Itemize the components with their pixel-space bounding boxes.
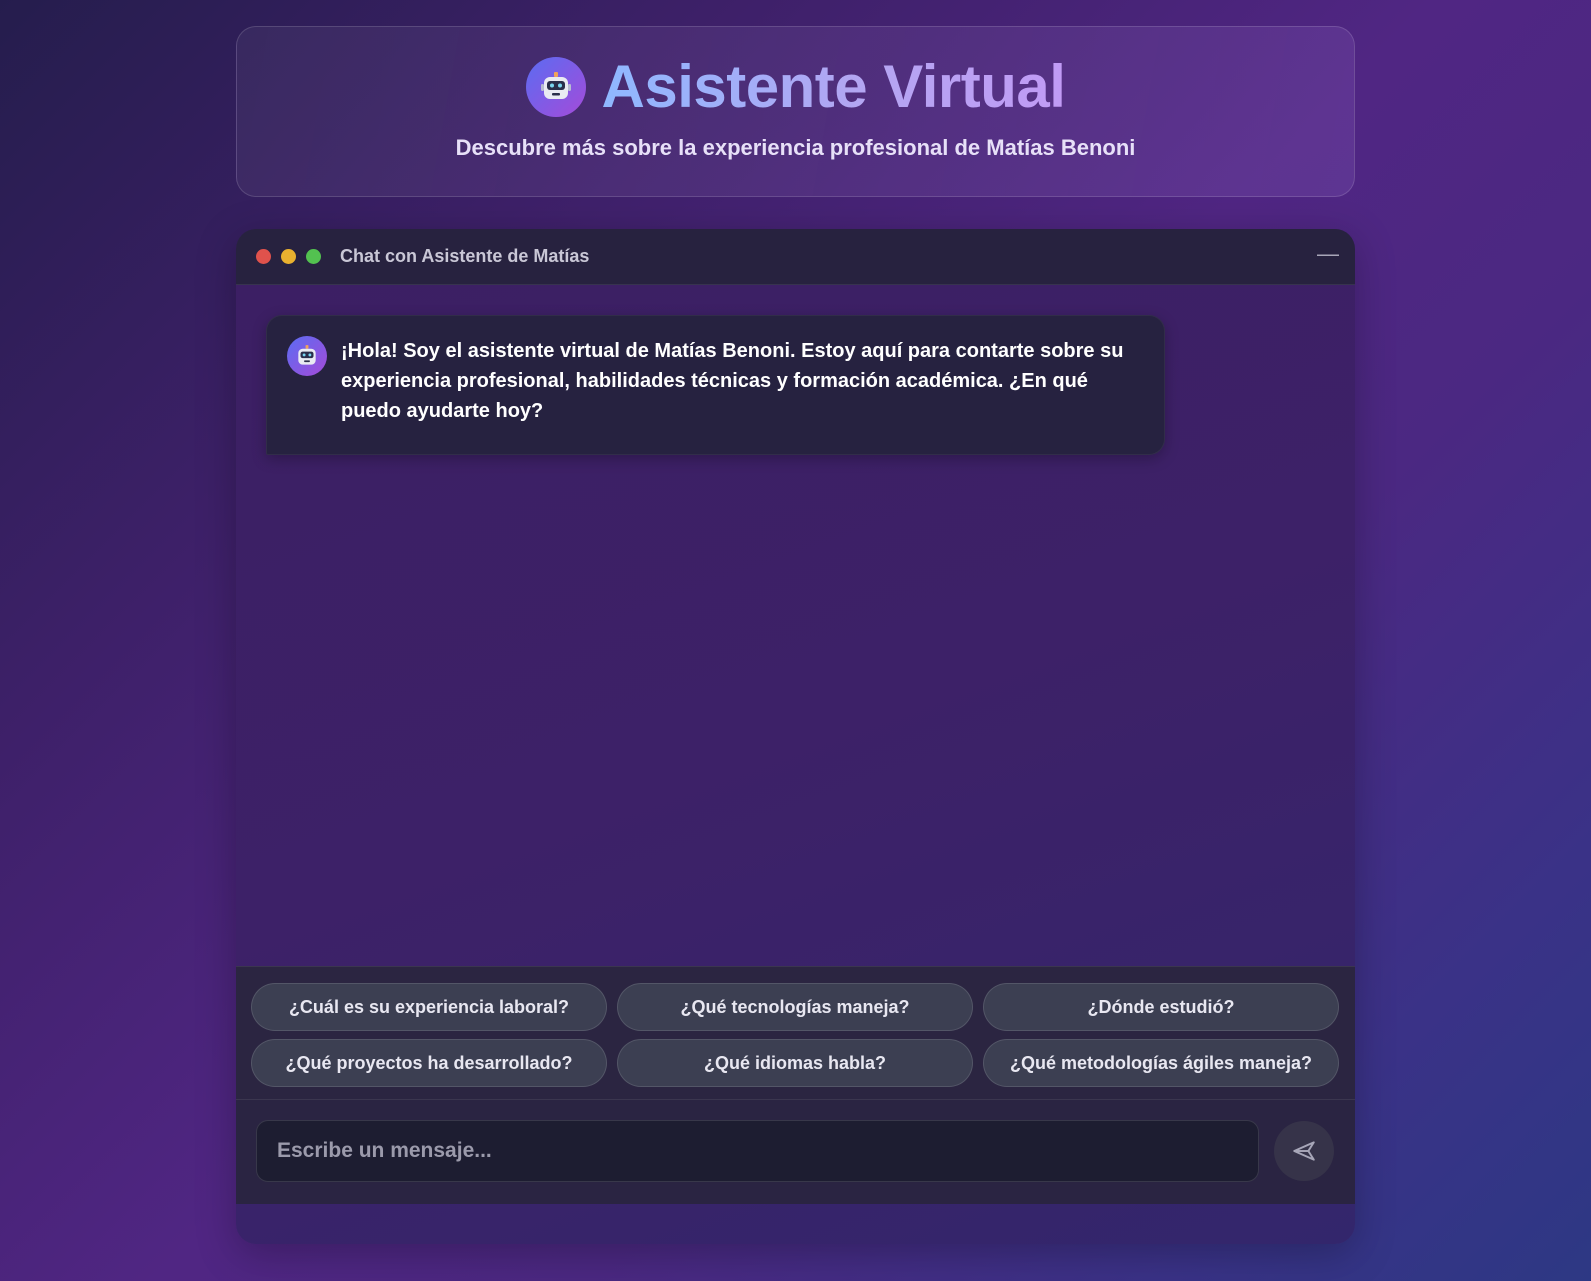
minimize-button[interactable]: — (1315, 243, 1341, 269)
input-bar (236, 1100, 1355, 1204)
send-button[interactable] (1274, 1121, 1334, 1181)
suggestion-chip[interactable]: ¿Qué proyectos ha desarrollado? (251, 1039, 607, 1087)
robot-icon (525, 57, 586, 117)
chat-title: Chat con Asistente de Matías (340, 246, 590, 266)
title-row: Asistente Virtual (237, 57, 1354, 117)
suggestions-panel: ¿Cuál es su experiencia laboral? ¿Qué te… (236, 966, 1355, 1100)
suggestion-chip[interactable]: ¿Cuál es su experiencia laboral? (251, 983, 607, 1031)
page-header: Asistente Virtual Descubre más sobre la … (236, 26, 1355, 197)
suggestion-chip[interactable]: ¿Qué idiomas habla? (617, 1039, 973, 1087)
page-title: Asistente Virtual (601, 53, 1066, 120)
send-icon (1293, 1141, 1315, 1161)
suggestion-chip[interactable]: ¿Qué tecnologías maneja? (617, 983, 973, 1031)
chat-window: Chat con Asistente de Matías — ¡Hola! So… (236, 229, 1355, 1244)
suggestion-chip[interactable]: ¿Qué metodologías ágiles maneja? (983, 1039, 1339, 1087)
bot-message: ¡Hola! Soy el asistente virtual de Matía… (266, 315, 1165, 455)
window-dot-green (306, 249, 321, 264)
chat-header: Chat con Asistente de Matías — (236, 229, 1355, 285)
window-dot-red (256, 249, 271, 264)
message-input[interactable] (256, 1120, 1259, 1182)
robot-icon (287, 336, 327, 376)
window-dot-yellow (281, 249, 296, 264)
page-subtitle: Descubre más sobre la experiencia profes… (455, 135, 1136, 160)
suggestion-chip[interactable]: ¿Dónde estudió? (983, 983, 1339, 1031)
message-text: ¡Hola! Soy el asistente virtual de Matía… (341, 340, 1124, 422)
